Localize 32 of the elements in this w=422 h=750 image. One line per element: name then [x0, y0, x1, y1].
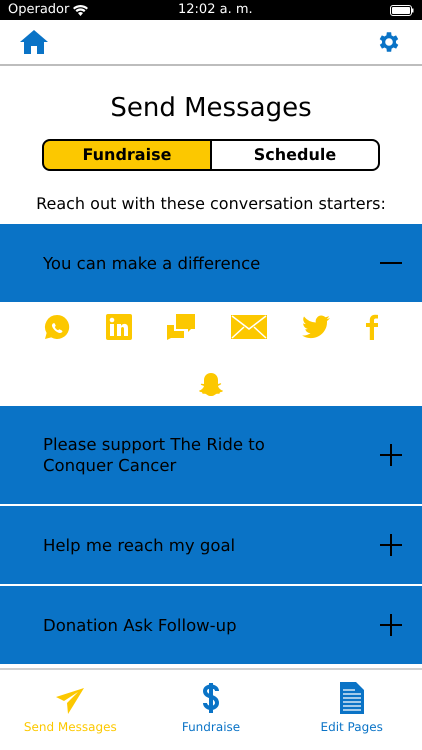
carrier-name: Operador: [8, 1, 70, 20]
segment-tab[interactable]: Schedule: [212, 139, 380, 171]
home-icon[interactable]: [20, 30, 48, 54]
clock-time: 12:02 a. m.: [178, 1, 253, 20]
plus-icon[interactable]: [380, 614, 402, 636]
mail-icon[interactable]: [230, 315, 267, 339]
tab-bar-item[interactable]: Edit Pages: [281, 680, 422, 738]
intro-text: Reach out with these conversation starters:: [35, 193, 387, 215]
message-title: Donation Ask Follow-up: [43, 614, 238, 636]
whatsapp-icon[interactable]: [44, 314, 70, 340]
dollar-icon: [201, 682, 221, 714]
ghost-icon[interactable]: [198, 372, 224, 398]
message-title: You can make a difference: [43, 252, 262, 274]
wifi-icon: [73, 4, 88, 16]
paper-plane-icon: [56, 688, 84, 714]
letter-f-icon[interactable]: [366, 314, 378, 340]
page-title: Send Messages: [109, 92, 313, 125]
message-item[interactable]: Help me reach my goal: [0, 506, 422, 584]
tab-bar-item[interactable]: Fundraise: [140, 680, 282, 738]
plus-icon[interactable]: [380, 444, 402, 466]
linkedin-icon[interactable]: [106, 314, 132, 340]
message-title: Help me reach my goal: [43, 534, 236, 556]
chat-bubbles-icon[interactable]: [167, 314, 196, 340]
message-item[interactable]: You can make a difference: [0, 224, 422, 302]
message-item[interactable]: Please support The Ride to Conquer Cancer: [0, 406, 422, 504]
message-title: Please support The Ride to Conquer Cancer: [43, 434, 266, 476]
document-icon: [340, 682, 364, 714]
plus-icon[interactable]: [380, 534, 402, 556]
battery-icon: [390, 4, 414, 16]
segment-tab[interactable]: Fundraise: [42, 139, 212, 171]
message-item[interactable]: Donation Ask Follow-up: [0, 586, 422, 664]
bird-icon[interactable]: [302, 315, 330, 339]
